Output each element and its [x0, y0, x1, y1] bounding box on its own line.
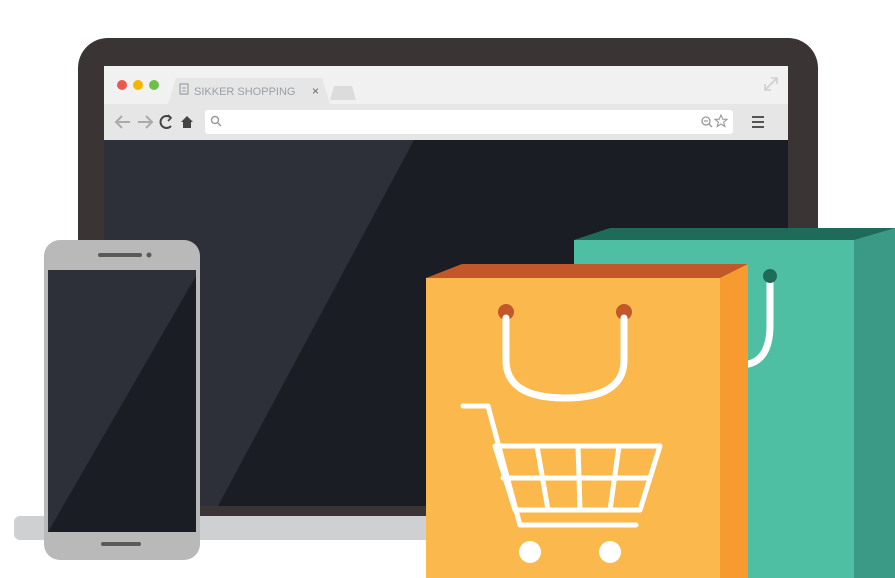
- address-bar[interactable]: [205, 110, 733, 134]
- teal-bag-top-fold: [574, 228, 895, 240]
- browser-window: SIKKER SHOPPING ×: [104, 66, 788, 140]
- orange-bag-side: [720, 264, 748, 578]
- smartphone: [44, 240, 200, 560]
- phone-home-button: [101, 542, 141, 546]
- window-maximize-dot[interactable]: [149, 80, 159, 90]
- tab-close-icon[interactable]: ×: [312, 84, 319, 98]
- teal-bag-side: [854, 228, 895, 578]
- phone-speaker: [98, 253, 142, 257]
- window-close-dot[interactable]: [117, 80, 127, 90]
- browser-tab-title: SIKKER SHOPPING: [194, 86, 295, 98]
- teal-bag-handle-hole: [763, 269, 777, 283]
- window-minimize-dot[interactable]: [133, 80, 143, 90]
- shopping-illustration: SIKKER SHOPPING ×: [14, 38, 895, 578]
- orange-bag-front: [426, 278, 720, 578]
- orange-bag-top-fold: [426, 264, 748, 278]
- new-tab-button[interactable]: [330, 86, 356, 100]
- orange-shopping-bag: [426, 264, 748, 578]
- hamburger-menu-icon[interactable]: [752, 116, 764, 128]
- phone-camera: [146, 252, 152, 258]
